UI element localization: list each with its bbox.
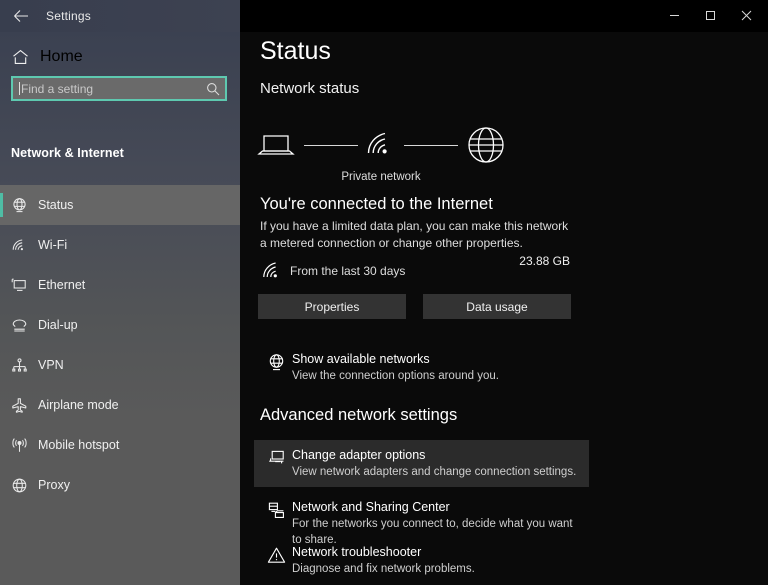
sidebar-item-label: Proxy — [38, 478, 70, 492]
page-title: Status — [260, 37, 331, 65]
back-button[interactable] — [0, 0, 42, 32]
row-title: Show available networks — [292, 352, 430, 366]
minimize-icon — [669, 10, 680, 21]
diagram-link-line-left — [304, 144, 358, 146]
search-box[interactable] — [11, 76, 227, 101]
globe-icon — [466, 125, 506, 165]
sidebar-item-mobile-hotspot[interactable]: Mobile hotspot — [0, 425, 240, 465]
change-adapter-options-text: Change adapter options View network adap… — [292, 447, 583, 480]
sidebar-item-label: Wi-Fi — [38, 238, 68, 252]
sidebar-item-home[interactable]: Home — [0, 40, 240, 74]
maximize-icon — [705, 10, 716, 21]
diagram-link-line-right — [404, 144, 458, 146]
connection-status-description: If you have a limited data plan, you can… — [260, 219, 569, 250]
row-title: Change adapter options — [292, 448, 426, 462]
wifi-icon — [0, 237, 38, 254]
hotspot-icon — [0, 437, 38, 454]
sidebar-item-vpn[interactable]: VPN — [0, 345, 240, 385]
show-available-networks-text: Show available networks View the connect… — [292, 351, 583, 384]
row-subtitle: View the connection options around you. — [292, 370, 499, 382]
close-button[interactable] — [730, 0, 762, 30]
sidebar-item-label: Ethernet — [38, 278, 86, 292]
dialup-icon — [0, 317, 38, 334]
search-input[interactable] — [20, 81, 201, 96]
airplane-icon — [0, 397, 38, 414]
minimize-button[interactable] — [658, 0, 690, 30]
show-available-networks-row[interactable]: Show available networks View the connect… — [254, 344, 589, 391]
row-title: Network troubleshooter — [292, 545, 422, 559]
sidebar-item-ethernet[interactable]: Ethernet — [0, 265, 240, 305]
connection-status-title: You're connected to the Internet — [260, 195, 493, 213]
sidebar: Home Network & Internet — [0, 32, 240, 585]
sidebar-item-label: Status — [38, 198, 74, 212]
change-adapter-options-row[interactable]: Change adapter options View network adap… — [254, 440, 589, 487]
sidebar-item-label: Mobile hotspot — [38, 438, 120, 452]
maximize-button[interactable] — [694, 0, 726, 30]
data-usage-amount: 23.88 GB — [519, 254, 570, 268]
properties-button[interactable]: Properties — [258, 294, 406, 319]
sidebar-category-label: Network & Internet — [11, 146, 124, 160]
sidebar-item-label: Dial-up — [38, 318, 78, 332]
back-arrow-icon — [13, 9, 29, 23]
monitor-adapter-icon — [260, 447, 292, 468]
title-bar: Settings — [0, 0, 768, 32]
sharing-center-icon — [260, 499, 292, 520]
laptop-icon — [256, 130, 296, 160]
wifi-signal-icon — [366, 131, 396, 159]
status-globe-icon — [260, 351, 292, 372]
sidebar-item-proxy[interactable]: Proxy — [0, 465, 240, 505]
row-subtitle: Diagnose and fix network problems. — [292, 563, 475, 575]
proxy-globe-icon — [0, 477, 38, 494]
row-title: Network and Sharing Center — [292, 500, 450, 514]
network-troubleshooter-row[interactable]: Network troubleshooter Diagnose and fix … — [254, 537, 589, 584]
sidebar-home-label: Home — [40, 48, 83, 65]
private-network-label: Private network — [341, 171, 421, 183]
settings-window: Settings Home Find a setting Network & I… — [0, 0, 768, 585]
row-subtitle: View network adapters and change connect… — [292, 466, 577, 478]
window-title: Settings — [46, 9, 91, 23]
vpn-icon — [0, 357, 38, 374]
sidebar-item-dialup[interactable]: Dial-up — [0, 305, 240, 345]
sidebar-item-status[interactable]: Status — [0, 185, 240, 225]
sidebar-item-label: Airplane mode — [38, 398, 119, 412]
data-usage-button[interactable]: Data usage — [423, 294, 571, 319]
advanced-network-settings-heading: Advanced network settings — [260, 406, 458, 424]
search-icon[interactable] — [201, 82, 225, 96]
status-globe-icon — [0, 197, 38, 214]
home-icon — [0, 49, 40, 65]
ethernet-icon — [0, 277, 38, 294]
network-troubleshooter-text: Network troubleshooter Diagnose and fix … — [292, 544, 583, 577]
section-heading-network-status: Network status — [260, 80, 360, 97]
warning-triangle-icon — [260, 544, 292, 565]
close-icon — [741, 10, 752, 21]
sidebar-item-wifi[interactable]: Wi-Fi — [0, 225, 240, 265]
sidebar-item-airplane-mode[interactable]: Airplane mode — [0, 385, 240, 425]
main-content: Status Network status Private network Yo… — [240, 32, 768, 585]
network-diagram — [256, 114, 506, 176]
sidebar-nav-list: Status Wi-Fi Ethernet Dial-up VPN Airpla… — [0, 185, 240, 505]
sidebar-item-label: VPN — [38, 358, 64, 372]
